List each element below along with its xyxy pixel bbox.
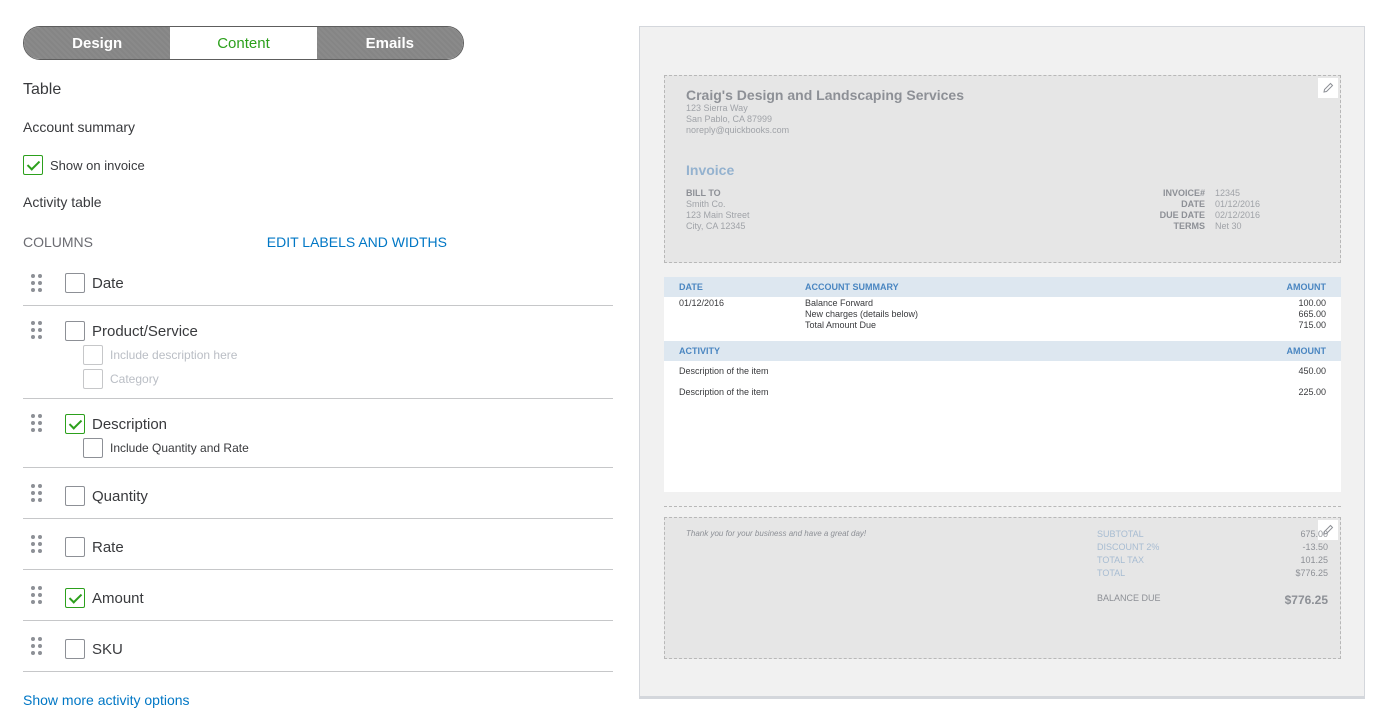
tab-content[interactable]: Content bbox=[170, 27, 317, 59]
show-on-invoice-option[interactable]: Show on invoice bbox=[23, 155, 613, 175]
product-service-checkbox[interactable] bbox=[65, 321, 85, 341]
activity-table-title: Activity table bbox=[23, 194, 102, 210]
tab-design[interactable]: Design bbox=[24, 27, 171, 59]
column-label: Date bbox=[92, 274, 124, 292]
category-label: Category bbox=[110, 372, 159, 386]
column-row-amount: Amount bbox=[23, 570, 613, 621]
amount-checkbox[interactable] bbox=[65, 588, 85, 608]
show-more-activity-link[interactable]: Show more activity options bbox=[23, 692, 613, 708]
summary-header: DATE ACCOUNT SUMMARY AMOUNT bbox=[664, 277, 1341, 297]
invoice-footer-section[interactable]: Thank you for your business and have a g… bbox=[664, 506, 1341, 659]
totals-block: SUBTOTAL 675.00 DISCOUNT 2% -13.50 TOTAL T… bbox=[1097, 529, 1328, 607]
category-option: Category bbox=[83, 369, 613, 389]
activity-header: ACTIVITY AMOUNT bbox=[664, 341, 1341, 361]
summary-row: 01/12/2016 Balance Forward 100.00 New ch… bbox=[679, 298, 1326, 330]
include-description-checkbox[interactable] bbox=[83, 345, 103, 365]
column-row-quantity: Quantity bbox=[23, 468, 613, 519]
tab-emails[interactable]: Emails bbox=[316, 27, 463, 59]
column-label: Amount bbox=[92, 589, 144, 607]
bill-to-block: BILL TO Smith Co. 123 Main Street City, … bbox=[686, 188, 750, 231]
invoice-header-section[interactable]: Craig's Design and Landscaping Services … bbox=[664, 75, 1341, 263]
activity-row: Description of the item 225.00 bbox=[679, 387, 1326, 397]
columns-label: COLUMNS bbox=[23, 234, 94, 250]
balance-due-label: BALANCE DUE bbox=[1097, 593, 1161, 603]
rate-checkbox[interactable] bbox=[65, 537, 85, 557]
activity-row: Description of the item 450.00 bbox=[679, 366, 1326, 376]
category-checkbox[interactable] bbox=[83, 369, 103, 389]
column-list: Date Product/Service Include description… bbox=[23, 262, 613, 672]
include-description-label: Include description here bbox=[110, 348, 238, 362]
sku-checkbox[interactable] bbox=[65, 639, 85, 659]
drag-handle-icon[interactable] bbox=[31, 484, 43, 502]
include-qty-rate-option: Include Quantity and Rate bbox=[83, 438, 613, 458]
invoice-preview: Craig's Design and Landscaping Services … bbox=[639, 26, 1365, 699]
columns-header: COLUMNS EDIT LABELS AND WIDTHS bbox=[23, 234, 447, 250]
section-title: Table bbox=[23, 81, 62, 98]
balance-due-value: $776.25 bbox=[1284, 593, 1328, 607]
drag-handle-icon[interactable] bbox=[31, 274, 43, 292]
column-row-description: Description Include Quantity and Rate bbox=[23, 399, 613, 468]
drag-handle-icon[interactable] bbox=[31, 586, 43, 604]
edit-pencil-icon[interactable] bbox=[1318, 78, 1338, 98]
drag-handle-icon[interactable] bbox=[31, 414, 43, 432]
invoice-meta: INVOICE# 12345 DATE 01/12/2016 DUE DATE 02/… bbox=[1159, 188, 1261, 231]
customize-panel: Design Content Emails Table Account summ… bbox=[23, 26, 613, 708]
column-row-product-service: Product/Service Include description here… bbox=[23, 306, 613, 399]
account-summary-title: Account summary bbox=[23, 119, 136, 135]
invoice-table: DATE ACCOUNT SUMMARY AMOUNT 01/12/2016 B… bbox=[664, 277, 1341, 492]
column-label: Rate bbox=[92, 538, 124, 556]
column-label: Description bbox=[92, 415, 168, 433]
column-row-sku: SKU bbox=[23, 621, 613, 672]
invoice-title: Invoice bbox=[686, 162, 735, 178]
column-label: SKU bbox=[92, 640, 123, 658]
include-description-option: Include description here bbox=[83, 345, 613, 365]
description-checkbox[interactable] bbox=[65, 414, 85, 434]
column-row-date: Date bbox=[23, 262, 613, 306]
include-qty-rate-label: Include Quantity and Rate bbox=[110, 441, 249, 455]
tab-bar: Design Content Emails bbox=[23, 26, 464, 60]
drag-handle-icon[interactable] bbox=[31, 535, 43, 553]
column-label: Product/Service bbox=[92, 322, 198, 340]
include-qty-rate-checkbox[interactable] bbox=[83, 438, 103, 458]
show-on-invoice-label: Show on invoice bbox=[50, 157, 145, 173]
column-row-rate: Rate bbox=[23, 519, 613, 570]
drag-handle-icon[interactable] bbox=[31, 637, 43, 655]
column-label: Quantity bbox=[92, 487, 148, 505]
show-on-invoice-checkbox[interactable] bbox=[23, 155, 43, 175]
company-address: 123 Sierra Way San Pablo, CA 87999 norep… bbox=[686, 103, 790, 135]
quantity-checkbox[interactable] bbox=[65, 486, 85, 506]
date-checkbox[interactable] bbox=[65, 273, 85, 293]
drag-handle-icon[interactable] bbox=[31, 321, 43, 339]
edit-labels-link[interactable]: EDIT LABELS AND WIDTHS bbox=[267, 234, 447, 250]
thank-you-message: Thank you for your business and have a g… bbox=[686, 529, 867, 538]
bill-to-label: BILL TO bbox=[686, 188, 721, 198]
company-name: Craig's Design and Landscaping Services bbox=[686, 87, 964, 103]
